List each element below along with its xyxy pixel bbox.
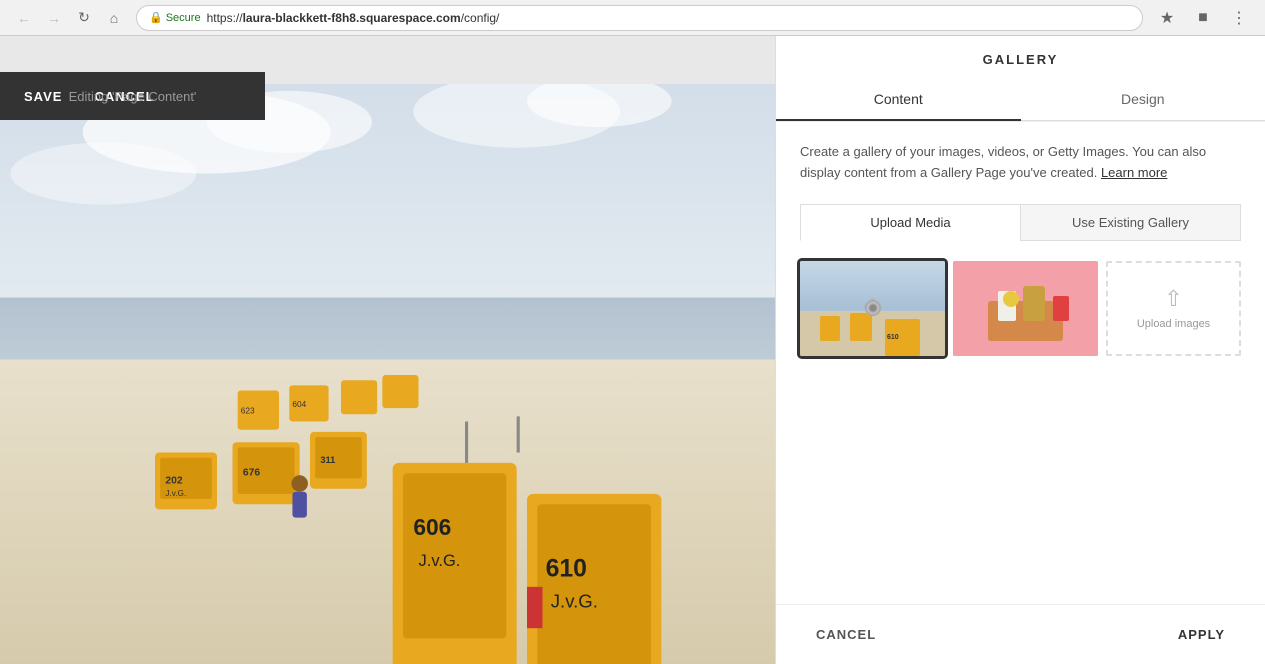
media-item-product[interactable] [953,261,1098,356]
browser-nav-buttons: ← → ↻ ⌂ [12,6,126,30]
panel-description: Create a gallery of your images, videos,… [800,142,1241,184]
gallery-image-container: 202 J.v.G. 676 311 606 [0,84,775,664]
beach-scene-svg: 202 J.v.G. 676 311 606 [0,84,775,664]
back-button[interactable]: ← [12,6,36,30]
learn-more-link[interactable]: Learn more [1101,165,1167,180]
beach-thumbnail: 610 ✛ [800,261,945,356]
source-tab-gallery[interactable]: Use Existing Gallery [1020,204,1241,241]
url-path: /config/ [461,11,500,25]
svg-text:J.v.G.: J.v.G. [419,551,461,570]
save-button[interactable]: SAVE [24,85,62,108]
svg-text:610: 610 [887,334,899,341]
main-layout: SAVE CANCEL Editing 'Page Content' [0,36,1265,664]
source-tab-upload[interactable]: Upload Media [800,204,1020,241]
reload-button[interactable]: ↻ [72,6,96,30]
media-item-beach[interactable]: ⚙ ✏ 🗑 [800,261,945,356]
svg-text:J.v.G.: J.v.G. [165,489,186,498]
secure-label: Secure [166,12,201,24]
svg-text:623: 623 [241,406,255,415]
svg-text:311: 311 [320,455,335,465]
svg-text:610: 610 [546,556,587,583]
footer-cancel-button[interactable]: CANCEL [800,619,892,650]
bookmark-button[interactable]: ★ [1153,4,1181,32]
editor-toolbar: SAVE CANCEL Editing 'Page Content' [0,72,265,120]
browser-actions: ★ ■ ⋮ [1153,4,1253,32]
url-text: https://laura-blackkett-f8h8.squarespace… [207,11,500,25]
url-domain: laura-blackkett-f8h8.squarespace.com [243,11,461,25]
footer-apply-button[interactable]: APPLY [1162,619,1241,650]
secure-badge: 🔒 Secure [149,11,201,24]
upload-area[interactable]: ⇧ Upload images [1106,261,1241,356]
panel-tabs: Content Design [776,79,1265,121]
svg-text:J.v.G.: J.v.G. [551,591,598,612]
tab-design[interactable]: Design [1021,79,1265,121]
upload-label: Upload images [1137,318,1210,330]
browser-chrome: ← → ↻ ⌂ 🔒 Secure https://laura-blackkett… [0,0,1265,36]
right-panel: GALLERY Content Design Create a gallery … [775,36,1265,664]
upload-icon: ⇧ [1164,286,1182,312]
svg-text:606: 606 [413,514,451,540]
panel-footer: CANCEL APPLY [776,604,1265,664]
home-button[interactable]: ⌂ [102,6,126,30]
panel-title: GALLERY [776,52,1265,67]
panel-body: Create a gallery of your images, videos,… [776,122,1265,604]
svg-text:604: 604 [292,400,306,409]
forward-button[interactable]: → [42,6,66,30]
url-protocol: https:// [207,11,243,25]
more-button[interactable]: ⋮ [1225,4,1253,32]
tab-content[interactable]: Content [776,79,1021,121]
page-content: 202 J.v.G. 676 311 606 [0,84,775,664]
squarespace-button[interactable]: ■ [1189,4,1217,32]
editing-label: Editing 'Page Content' [69,89,197,104]
pink-thumbnail [953,261,1098,356]
content-area: SAVE CANCEL Editing 'Page Content' [0,36,775,664]
source-tabs: Upload Media Use Existing Gallery [800,204,1241,241]
lock-icon: 🔒 [149,11,163,24]
address-bar[interactable]: 🔒 Secure https://laura-blackkett-f8h8.sq… [136,5,1143,31]
panel-header: GALLERY Content Design [776,36,1265,122]
pink-thumb-svg [953,261,1098,356]
svg-text:202: 202 [165,476,182,487]
media-grid: ⚙ ✏ 🗑 [800,261,1241,356]
svg-text:676: 676 [243,467,260,478]
